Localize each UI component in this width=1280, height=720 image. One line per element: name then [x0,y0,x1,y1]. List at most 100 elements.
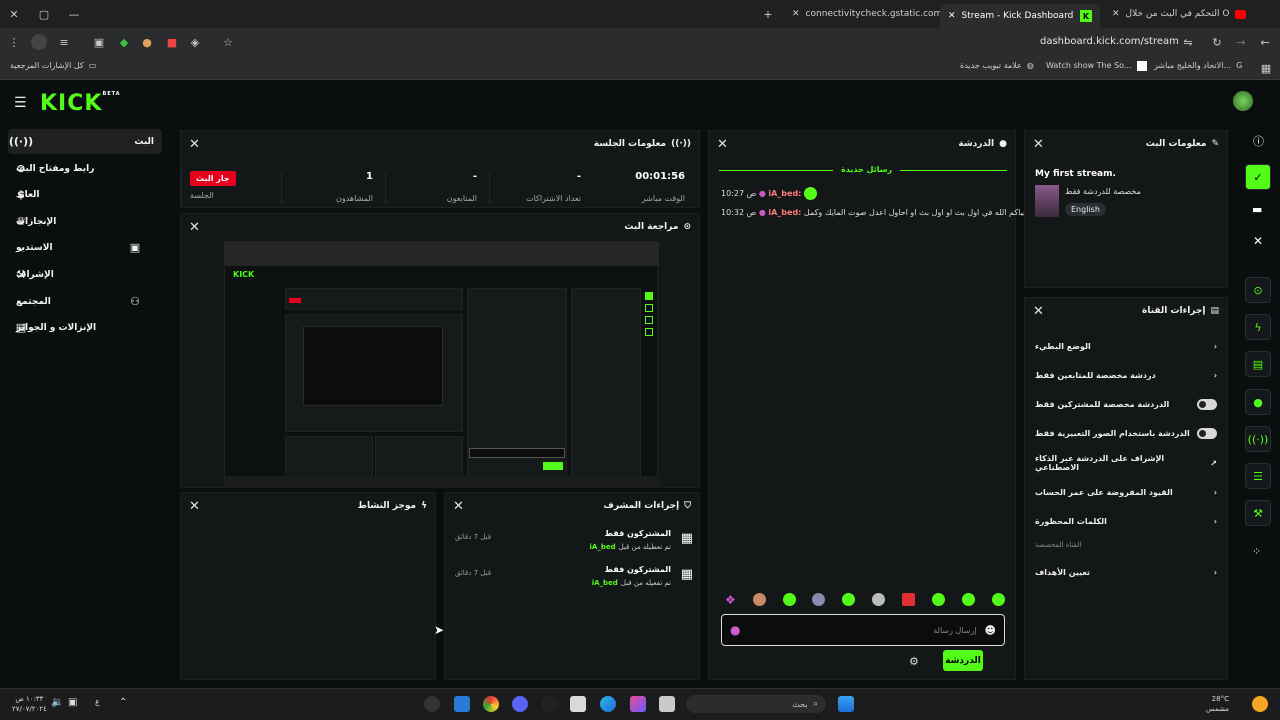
user-avatar[interactable] [1233,91,1253,111]
mod-action-user[interactable]: iA_bed [592,579,618,587]
rail-check-button[interactable]: ✓ [1245,164,1271,190]
emote-quick-icon[interactable] [991,593,1005,606]
edge-taskbar-icon[interactable] [600,696,616,712]
copilot-taskbar-icon[interactable] [541,696,557,712]
close-icon[interactable]: ✕ [189,220,200,235]
rail-more-icon[interactable]: ⁘ [1252,545,1261,558]
record-extension-icon[interactable]: ■ [164,34,180,50]
emote-quick-icon[interactable]: ❖ [725,593,736,609]
shield-extension-icon[interactable]: ◆ [116,34,132,50]
emote-quick-icon[interactable] [872,593,886,606]
tab-kick-dashboard[interactable]: ✕ Stream - Kick Dashboard K [940,4,1100,28]
action-set-goals[interactable]: تعيين الأهداف › [1025,559,1227,585]
close-icon[interactable]: ✕ [1033,304,1044,319]
emote-quick-icon[interactable] [782,593,796,606]
emote-quick-icon[interactable] [842,593,856,606]
all-bookmarks[interactable]: كل الإشارات المرجعية ▭ [10,61,96,70]
close-window-icon[interactable]: ✕ [6,6,22,22]
new-tab-icon[interactable]: + [760,6,776,22]
hand-extension-icon[interactable]: ● [139,34,155,50]
chat-username[interactable]: iA_bed: [768,189,801,198]
sidebar-item-drops[interactable]: الإنزالات و الجوائز ▤ [8,315,162,340]
windows-start-icon[interactable] [838,696,854,712]
copilot-app-taskbar-icon[interactable] [630,696,646,712]
input-language[interactable]: ع [95,697,100,706]
action-account-age[interactable]: القيود المفروضة على عمر الحساب › [1025,479,1227,505]
hamburger-menu-icon[interactable]: ☰ [14,95,27,111]
bookmark-star-icon[interactable]: ☆ [220,34,236,50]
stream-preview-video[interactable]: KICK [224,241,659,486]
close-icon[interactable]: ✕ [1033,137,1044,152]
taskbar-clock[interactable]: ١٠:٣٣ ص ٢٧/٠٧/٢٠٢٤ [12,694,47,714]
close-icon[interactable]: ✕ [717,137,728,152]
rail-chat-button[interactable]: ● [1245,389,1271,415]
apps-grid-icon[interactable]: ▦ [1258,60,1274,76]
rail-close-icon[interactable]: ✕ [1253,234,1263,248]
action-slow-mode[interactable]: الوضع البطيء › [1025,333,1227,359]
bookmark-ittihad[interactable]: الاتحاد والخليج مباشر... G [1154,61,1242,70]
rail-activity-button[interactable]: ϟ [1245,314,1271,340]
obs-taskbar-icon[interactable] [424,696,440,712]
action-ai-moderation[interactable]: الإشراف على الدردشة عبر الذكاء الاصطناعي… [1025,450,1227,476]
maximize-icon[interactable]: ▢ [36,6,52,22]
tab-close-icon[interactable]: ✕ [792,9,800,19]
emote-quick-icon[interactable] [812,593,826,606]
file-explorer-taskbar-icon[interactable] [659,696,675,712]
mail-taskbar-icon[interactable] [454,696,470,712]
kick-logo[interactable]: KICKBETA [40,91,121,116]
info-icon[interactable]: ⓘ [1253,133,1264,149]
menu-dots-icon[interactable]: ⋮ [6,34,22,50]
action-followers-only[interactable]: دردشة مخصصة للمتابعين فقط › [1025,362,1227,388]
sidebar-item-studio[interactable]: ▣ الاستديو ⌄ [8,235,162,260]
rail-preview-button[interactable]: ⊙ [1245,277,1271,303]
tab-obs-video[interactable]: ✕ التحكم في البث من خلال OBS ... [1104,4,1254,24]
sidebar-item-stream-key[interactable]: رابط ومفتاح البث ⊘ [8,156,162,181]
tab-close-icon[interactable]: ✕ [948,11,956,21]
bookmark-new-tab[interactable]: علامة تبويب جديدة ◍ [960,61,1034,70]
vpn-extension-icon[interactable]: ◈ [187,34,203,50]
chat-send-button[interactable]: الدردشة [943,650,983,671]
sidebar-item-community[interactable]: ⚇ المجتمع ⌄ [8,289,162,314]
extension-icon[interactable]: ≡ [56,34,72,50]
chat-input[interactable]: ● إرسال رسالة ☻ [721,614,1005,646]
rail-notes-button[interactable]: ▤ [1245,351,1271,377]
close-icon[interactable]: ✕ [189,137,200,152]
url-field[interactable]: dashboard.kick.com/stream [1040,36,1179,47]
weather-widget[interactable]: 28°C مشمس [1206,694,1229,714]
chrome-taskbar-icon[interactable] [483,696,499,712]
emote-quick-icon[interactable] [962,593,976,606]
sidebar-item-achievements[interactable]: الإنجازات ♛ [8,209,162,234]
emote-quick-icon[interactable] [932,593,946,606]
subscribers-only-toggle[interactable] [1197,398,1217,410]
sidebar-item-moderation[interactable]: الإشراف ⚒ [8,262,162,287]
tray-overflow-icon[interactable]: ⌃ [119,697,127,708]
tab-close-icon[interactable]: ✕ [1112,9,1120,19]
volume-icon[interactable]: 🔉 [51,697,63,708]
tune-icon[interactable]: ⇋ [1180,34,1196,50]
minimize-icon[interactable]: — [66,6,82,22]
close-icon[interactable]: ✕ [189,499,200,514]
emote-quick-icon[interactable] [752,593,766,606]
back-icon[interactable]: ← [1257,34,1273,50]
rail-tools-button[interactable]: ⚒ [1245,500,1271,526]
reload-icon[interactable]: ↻ [1209,34,1225,50]
sidebar-item-revenue[interactable]: العائد $ [8,182,162,207]
chat-settings-gear-icon[interactable]: ⚙ [909,655,919,668]
chat-username[interactable]: iA_bed: [768,208,801,217]
profile-icon[interactable] [31,34,47,50]
taskbar-search[interactable]: بحث ⌕ [686,695,826,713]
close-icon[interactable]: ✕ [453,499,464,514]
emoji-icon[interactable]: ☻ [985,624,996,637]
bookmark-watch-show[interactable]: Watch show The So... [1046,61,1147,71]
rail-broadcast-button[interactable]: ((·)) [1245,426,1271,452]
network-icon[interactable]: ▣ [68,697,77,708]
rail-list-button[interactable]: ☰ [1245,463,1271,489]
store-taskbar-icon[interactable] [570,696,586,712]
discord-taskbar-icon[interactable] [512,696,528,712]
tab-connectivity[interactable]: ✕ connectivitycheck.gstatic.com ◍ [784,4,956,24]
sidebar-item-stream[interactable]: البث ((·)) [8,129,162,154]
layout-icon[interactable]: ▬ [1252,203,1262,216]
emote-only-toggle[interactable] [1197,427,1217,439]
action-banned-words[interactable]: الكلمات المحظورة › [1025,508,1227,534]
emote-quick-icon[interactable] [902,593,916,606]
